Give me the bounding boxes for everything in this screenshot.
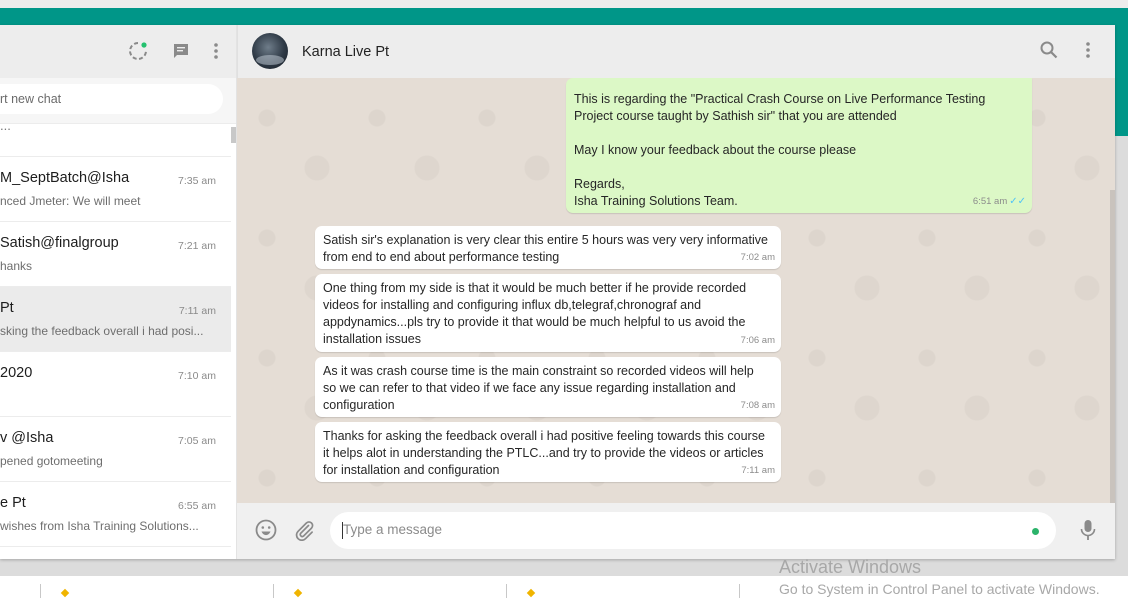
message-time: 7:08 am xyxy=(740,400,775,411)
conversation-panel: Karna Live Pt This is regarding the "Pra… xyxy=(237,25,1115,559)
list-item[interactable]: 2020 7:10 am xyxy=(0,352,231,417)
whatsapp-web-window: rt new chat ... M_SeptBatch@Isha 7:35 am… xyxy=(0,25,1115,559)
new-chat-icon[interactable] xyxy=(172,42,190,60)
taskbar-divider xyxy=(40,584,41,598)
taskbar-divider xyxy=(739,584,740,598)
avatar[interactable] xyxy=(252,33,288,69)
message-input-placeholder: Type a message xyxy=(343,522,443,537)
sidebar-header-actions xyxy=(128,41,218,61)
incoming-message[interactable]: Satish sir's explanation is very clear t… xyxy=(315,226,781,269)
message-time: 7:06 am xyxy=(740,335,775,346)
attach-icon[interactable] xyxy=(293,519,315,546)
chat-name: 2020 xyxy=(0,365,33,381)
message-line: so we can refer to that video if we face… xyxy=(323,381,736,395)
message-line: installation issues xyxy=(323,332,421,346)
message-line: it helps alot in understanding the PTLC.… xyxy=(323,446,764,460)
message-line: Isha Training Solutions Team. xyxy=(574,194,738,208)
chat-name: Satish@finalgroup xyxy=(0,235,119,251)
message-time: 7:02 am xyxy=(740,252,775,263)
chat-time: 7:11 am xyxy=(178,305,216,317)
chat-time: 6:55 am xyxy=(178,500,216,512)
browser-top-strip xyxy=(0,0,1128,8)
taskbar-divider xyxy=(506,584,507,598)
message-line: Project course taught by Sathish sir" th… xyxy=(574,109,897,123)
menu-kebab-icon[interactable] xyxy=(1086,42,1090,63)
contact-name[interactable]: Karna Live Pt xyxy=(302,44,389,60)
incoming-message[interactable]: One thing from my side is that it would … xyxy=(315,274,781,352)
search-input[interactable]: rt new chat xyxy=(0,84,223,114)
chat-time: 7:05 am xyxy=(178,435,216,447)
outgoing-message[interactable]: This is regarding the "Practical Crash C… xyxy=(566,78,1032,213)
chat-name: e Pt xyxy=(0,495,26,511)
message-input[interactable]: Type a message xyxy=(330,512,1056,549)
message-line: Thanks for asking the feedback overall i… xyxy=(323,429,765,443)
list-item[interactable]: ... xyxy=(0,124,231,157)
chat-preview: hanks xyxy=(0,259,33,273)
chat-preview: wishes from Isha Training Solutions... xyxy=(0,519,199,533)
text-caret xyxy=(342,522,343,539)
message-time: 7:11 am xyxy=(741,465,775,476)
list-item[interactable]: Satish@finalgroup 7:21 am hanks xyxy=(0,222,231,287)
message-area[interactable]: This is regarding the "Practical Crash C… xyxy=(237,78,1115,503)
status-icon[interactable] xyxy=(128,41,148,61)
message-line: from end to end about performance testin… xyxy=(323,250,560,264)
list-item[interactable]: e Pt 6:55 am wishes from Isha Training S… xyxy=(0,482,231,547)
taskbar-divider xyxy=(273,584,274,598)
activate-windows-title: Activate Windows xyxy=(779,557,922,577)
chat-preview: ... xyxy=(0,124,11,133)
message-line: appdynamics...pls try to provide it that… xyxy=(323,315,746,329)
chat-time: 7:35 am xyxy=(178,175,216,187)
incoming-message[interactable]: Thanks for asking the feedback overall i… xyxy=(315,422,781,482)
chat-preview: pened gotomeeting xyxy=(0,454,103,468)
message-line: for installation and configuration xyxy=(323,463,500,477)
microphone-icon[interactable] xyxy=(1080,519,1096,546)
read-receipt-icon: ✓✓ xyxy=(1009,196,1026,207)
message-time: 6:51 am ✓✓ xyxy=(972,196,1026,207)
list-item-active[interactable]: Pt 7:11 am sking the feedback overall i … xyxy=(0,287,231,352)
menu-kebab-icon[interactable] xyxy=(214,43,218,59)
search-icon[interactable] xyxy=(1040,41,1058,64)
message-line: As it was crash course time is the main … xyxy=(323,364,754,378)
list-item[interactable]: M_SeptBatch@Isha 7:35 am nced Jmeter: We… xyxy=(0,157,231,222)
status-dot-icon xyxy=(1032,528,1039,535)
compose-bar: Type a message xyxy=(237,503,1115,559)
sidebar-scrollbar[interactable] xyxy=(231,127,236,143)
sidebar-header xyxy=(0,25,236,78)
chat-preview: sking the feedback overall i had posi... xyxy=(0,324,204,338)
message-line: Satish sir's explanation is very clear t… xyxy=(323,233,768,247)
chat-name: v @Isha xyxy=(0,430,54,446)
message-line: configuration xyxy=(323,398,395,412)
chat-list[interactable]: ... M_SeptBatch@Isha 7:35 am nced Jmeter… xyxy=(0,124,236,559)
message-line: videos for installing and configuring in… xyxy=(323,298,702,312)
conversation-actions xyxy=(1040,41,1090,64)
conversation-header[interactable]: Karna Live Pt xyxy=(237,25,1115,78)
message-line: Regards, xyxy=(574,177,625,191)
chat-sidebar: rt new chat ... M_SeptBatch@Isha 7:35 am… xyxy=(0,25,237,559)
message-line: May I know your feedback about the cours… xyxy=(574,143,857,157)
chat-time: 7:21 am xyxy=(178,240,216,252)
message-scrollbar[interactable] xyxy=(1110,190,1115,503)
message-line: This is regarding the "Practical Crash C… xyxy=(574,92,986,106)
emoji-icon[interactable] xyxy=(255,519,277,546)
chat-time: 7:10 am xyxy=(178,370,216,382)
chat-name: M_SeptBatch@Isha xyxy=(0,170,130,186)
chat-preview: nced Jmeter: We will meet xyxy=(0,194,141,208)
list-item[interactable]: v @Isha 7:05 am pened gotomeeting xyxy=(0,417,231,482)
chat-name: Pt xyxy=(0,300,14,316)
message-line: One thing from my side is that it would … xyxy=(323,281,747,295)
activate-windows-subtitle: Go to System in Control Panel to activat… xyxy=(779,581,1100,597)
search-bar: rt new chat xyxy=(0,78,236,124)
incoming-message[interactable]: As it was crash course time is the main … xyxy=(315,357,781,417)
